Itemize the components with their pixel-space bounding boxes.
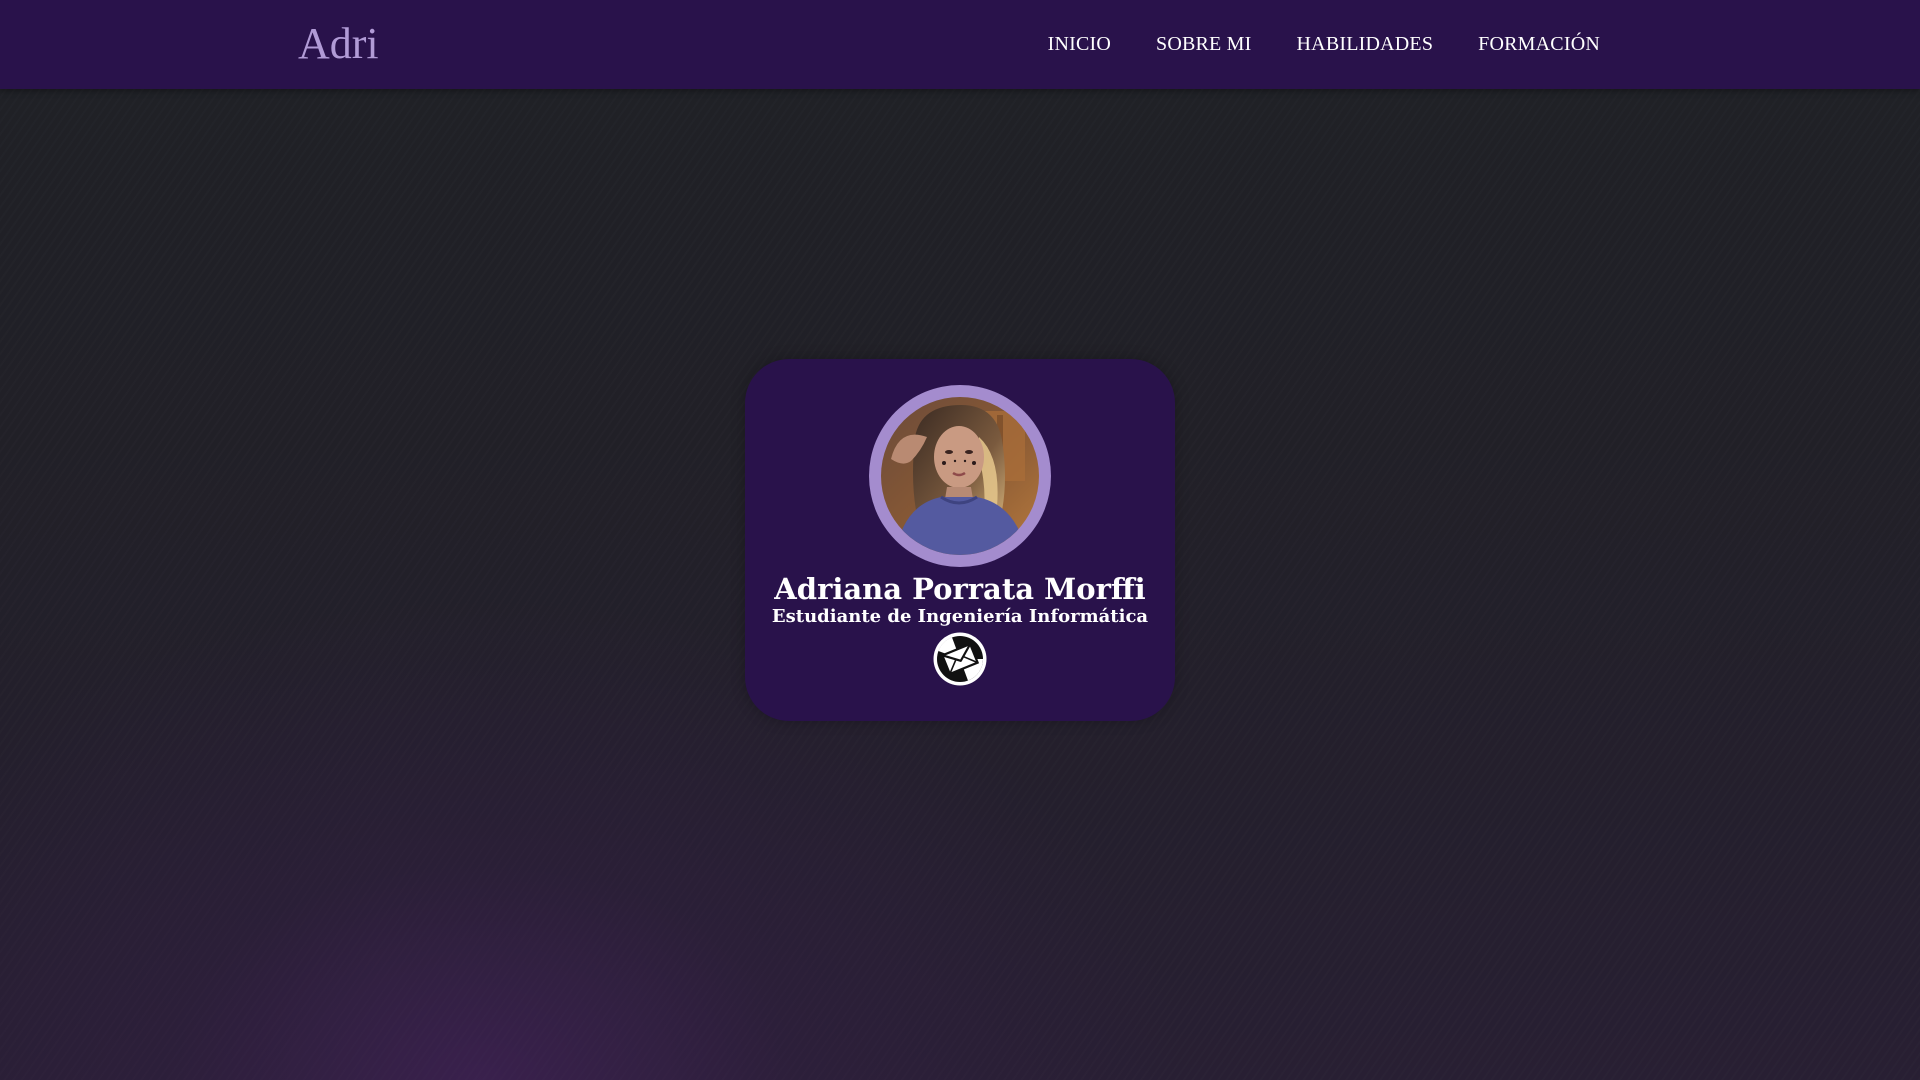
- profile-subtitle: Estudiante de Ingeniería Informática: [771, 606, 1149, 627]
- profile-name: Adriana Porrata Morffi: [774, 572, 1146, 606]
- top-navbar: Adri INICIO SOBRE MI HABILIDADES FORMACI…: [0, 0, 1920, 89]
- profile-photo: [881, 397, 1039, 555]
- profile-card: Adriana Porrata Morffi Estudiante de Ing…: [745, 359, 1175, 721]
- nav-link-inicio[interactable]: INICIO: [1048, 33, 1111, 56]
- contact-mail-button[interactable]: [932, 631, 988, 687]
- nav-link-formacion[interactable]: FORMACIÓN: [1478, 33, 1600, 56]
- avatar-ring: [869, 385, 1051, 567]
- mail-icon: [933, 632, 987, 686]
- brand-logo[interactable]: Adri: [298, 18, 379, 70]
- nav-link-sobre-mi[interactable]: SOBRE MI: [1156, 33, 1252, 56]
- nav-link-habilidades[interactable]: HABILIDADES: [1297, 33, 1434, 56]
- main-nav: INICIO SOBRE MI HABILIDADES FORMACIÓN: [1048, 0, 1600, 89]
